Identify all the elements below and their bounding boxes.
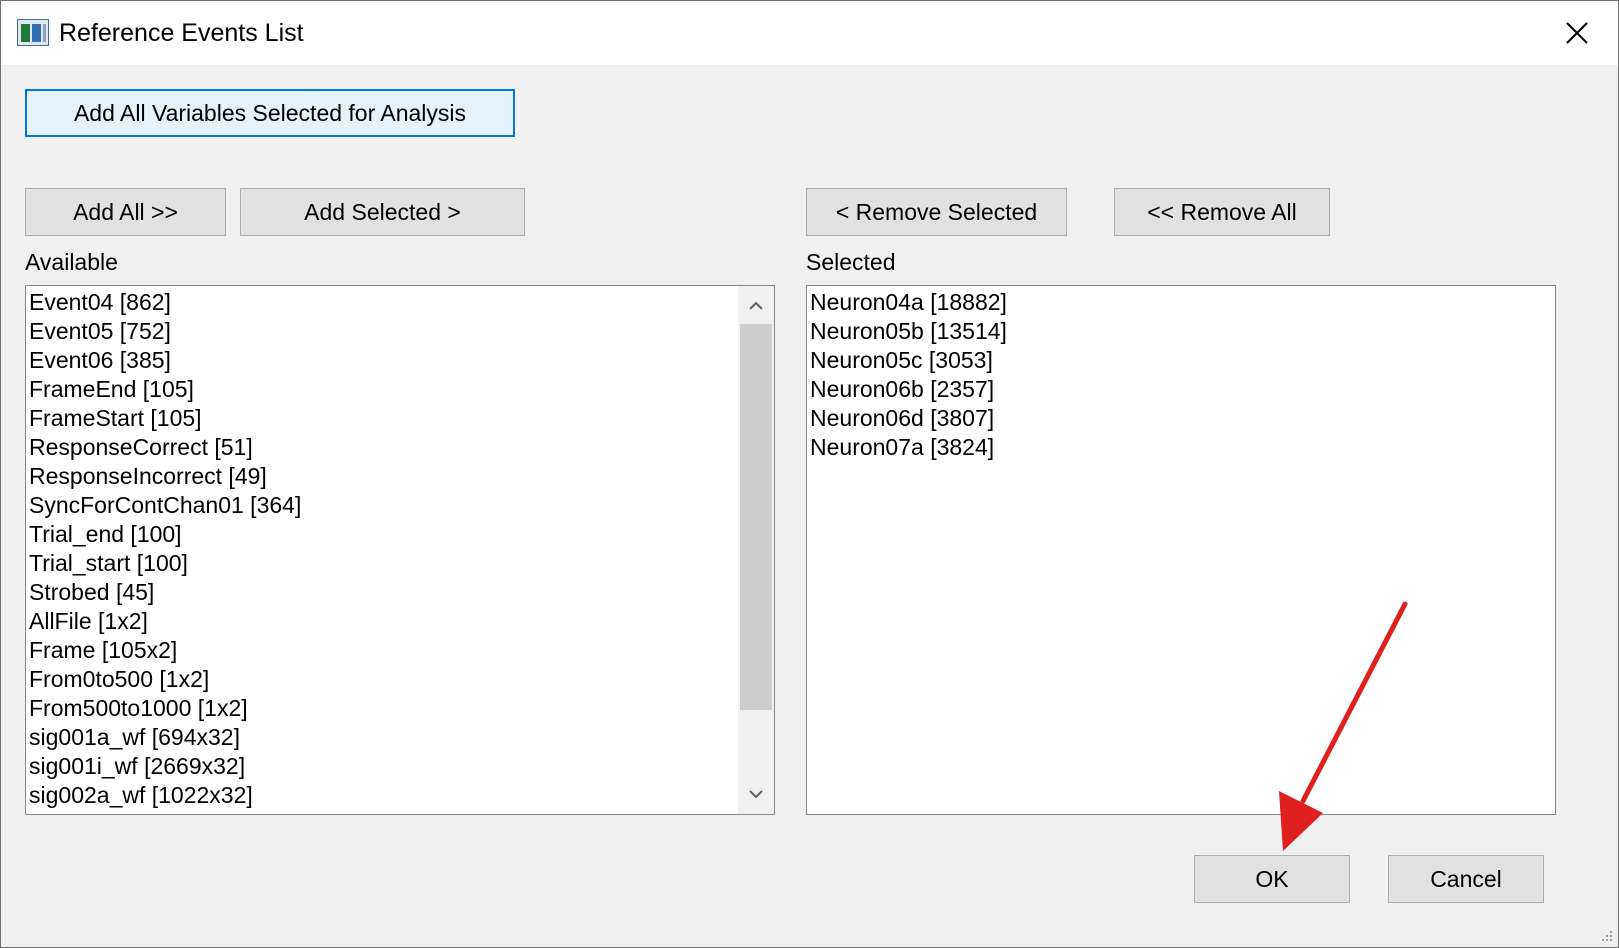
selected-list-item[interactable]: Neuron04a [18882] xyxy=(807,288,1555,317)
resize-grip-icon[interactable] xyxy=(1600,929,1614,943)
chevron-up-icon xyxy=(749,301,763,310)
available-list-item[interactable]: sig002i_wf [2243x32] xyxy=(26,810,774,814)
available-list-item[interactable]: From0to500 [1x2] xyxy=(26,665,774,694)
selected-label: Selected xyxy=(806,249,896,275)
selected-list-item[interactable]: Neuron07a [3824] xyxy=(807,433,1555,462)
selected-listbox[interactable]: Neuron04a [18882] Neuron05b [13514] Neuron… xyxy=(806,285,1556,815)
selected-list-item[interactable]: Neuron06b [2357] xyxy=(807,375,1555,404)
cancel-button[interactable]: Cancel xyxy=(1388,855,1544,903)
add-all-button[interactable]: Add All >> xyxy=(25,188,226,236)
available-list-item[interactable]: From500to1000 [1x2] xyxy=(26,694,774,723)
available-list-item[interactable]: ResponseIncorrect [49] xyxy=(26,462,774,491)
available-list-item[interactable]: Trial_end [100] xyxy=(26,520,774,549)
remove-selected-button[interactable]: < Remove Selected xyxy=(806,188,1067,236)
scroll-down-button[interactable] xyxy=(738,776,774,812)
title-bar: Reference Events List xyxy=(1,1,1618,65)
available-list-item[interactable]: Strobed [45] xyxy=(26,578,774,607)
close-icon xyxy=(1566,22,1588,44)
scroll-thumb[interactable] xyxy=(740,324,772,710)
available-list-item[interactable]: Trial_start [100] xyxy=(26,549,774,578)
available-list-item[interactable]: sig001i_wf [2669x32] xyxy=(26,752,774,781)
available-list-item[interactable]: ResponseCorrect [51] xyxy=(26,433,774,462)
close-button[interactable] xyxy=(1541,9,1613,57)
selected-list-item[interactable]: Neuron05c [3053] xyxy=(807,346,1555,375)
available-label: Available xyxy=(25,249,118,275)
available-list-item[interactable]: Frame [105x2] xyxy=(26,636,774,665)
chevron-down-icon xyxy=(749,790,763,799)
scroll-up-button[interactable] xyxy=(738,288,774,324)
available-list-item[interactable]: sig002a_wf [1022x32] xyxy=(26,781,774,810)
available-list-item[interactable]: sig001a_wf [694x32] xyxy=(26,723,774,752)
available-scrollbar[interactable] xyxy=(738,286,774,814)
window-title: Reference Events List xyxy=(59,19,304,47)
available-list-item[interactable]: Event04 [862] xyxy=(26,288,774,317)
selected-list-item[interactable]: Neuron06d [3807] xyxy=(807,404,1555,433)
dialog-window: Reference Events List Add All Variables … xyxy=(0,0,1619,948)
available-list-item[interactable]: FrameStart [105] xyxy=(26,404,774,433)
remove-all-button[interactable]: << Remove All xyxy=(1114,188,1330,236)
add-all-variables-button[interactable]: Add All Variables Selected for Analysis xyxy=(25,89,515,137)
app-chart-icon xyxy=(17,19,49,46)
available-list-item[interactable]: Event06 [385] xyxy=(26,346,774,375)
available-list-item[interactable]: Event05 [752] xyxy=(26,317,774,346)
available-list-item[interactable]: AllFile [1x2] xyxy=(26,607,774,636)
selected-items: Neuron04a [18882] Neuron05b [13514] Neuron… xyxy=(807,288,1555,462)
available-items: Event04 [862] Event05 [752] Event06 [385] F… xyxy=(26,288,774,814)
selected-list-item[interactable]: Neuron05b [13514] xyxy=(807,317,1555,346)
available-list-item[interactable]: FrameEnd [105] xyxy=(26,375,774,404)
available-list-item[interactable]: SyncForContChan01 [364] xyxy=(26,491,774,520)
add-selected-button[interactable]: Add Selected > xyxy=(240,188,525,236)
ok-button[interactable]: OK xyxy=(1194,855,1350,903)
available-listbox[interactable]: Event04 [862] Event05 [752] Event06 [385] F… xyxy=(25,285,775,815)
